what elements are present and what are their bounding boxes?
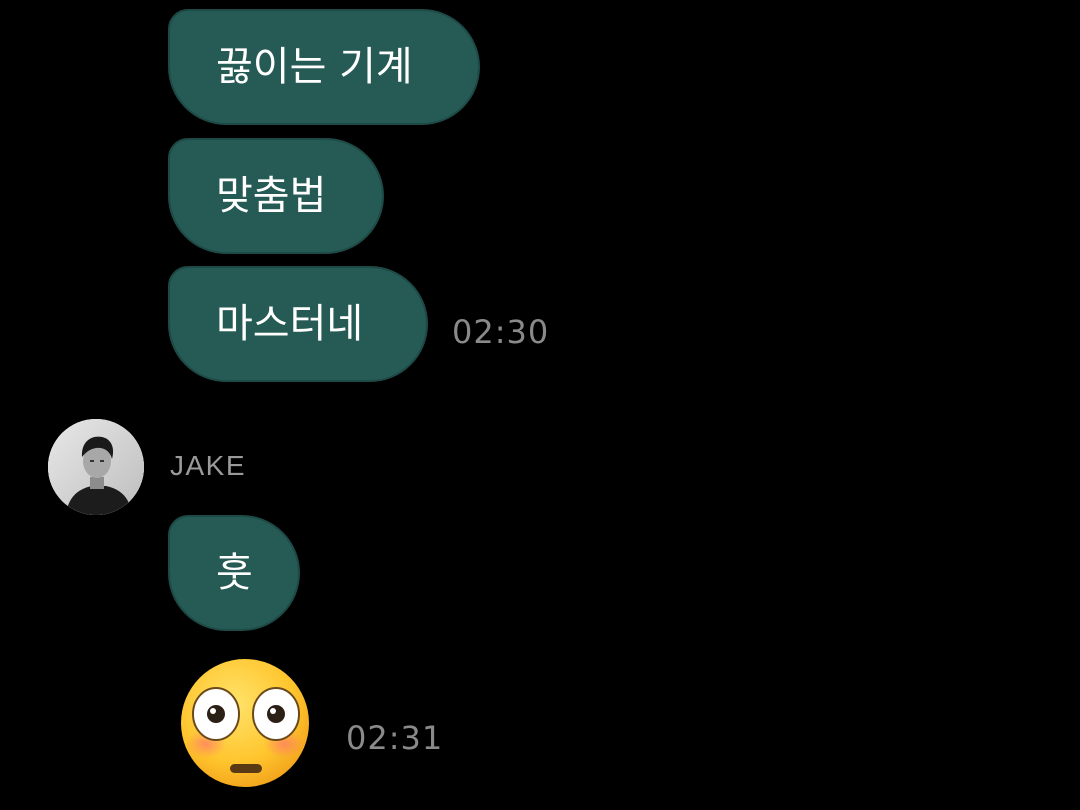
message-text: 마스터네 — [216, 301, 364, 347]
flushed-face-emoji-icon — [181, 659, 309, 787]
sticker-message[interactable] — [178, 656, 312, 790]
message-bubble[interactable]: 맞춤법 — [168, 138, 384, 254]
message-text: 끓이는 기계 — [216, 44, 413, 90]
message-text: 맞춤법 — [216, 173, 327, 219]
message-bubble[interactable]: 끓이는 기계 — [168, 9, 480, 125]
message-timestamp: 02:31 — [346, 719, 444, 757]
message-bubble[interactable]: 훗 — [168, 515, 300, 631]
profile-photo-icon — [48, 419, 144, 515]
sender-name: JAKE — [170, 450, 247, 481]
message-timestamp: 02:30 — [452, 313, 550, 351]
avatar[interactable] — [48, 419, 144, 515]
message-bubble[interactable]: 마스터네 — [168, 266, 428, 382]
message-text: 훗 — [216, 550, 253, 596]
